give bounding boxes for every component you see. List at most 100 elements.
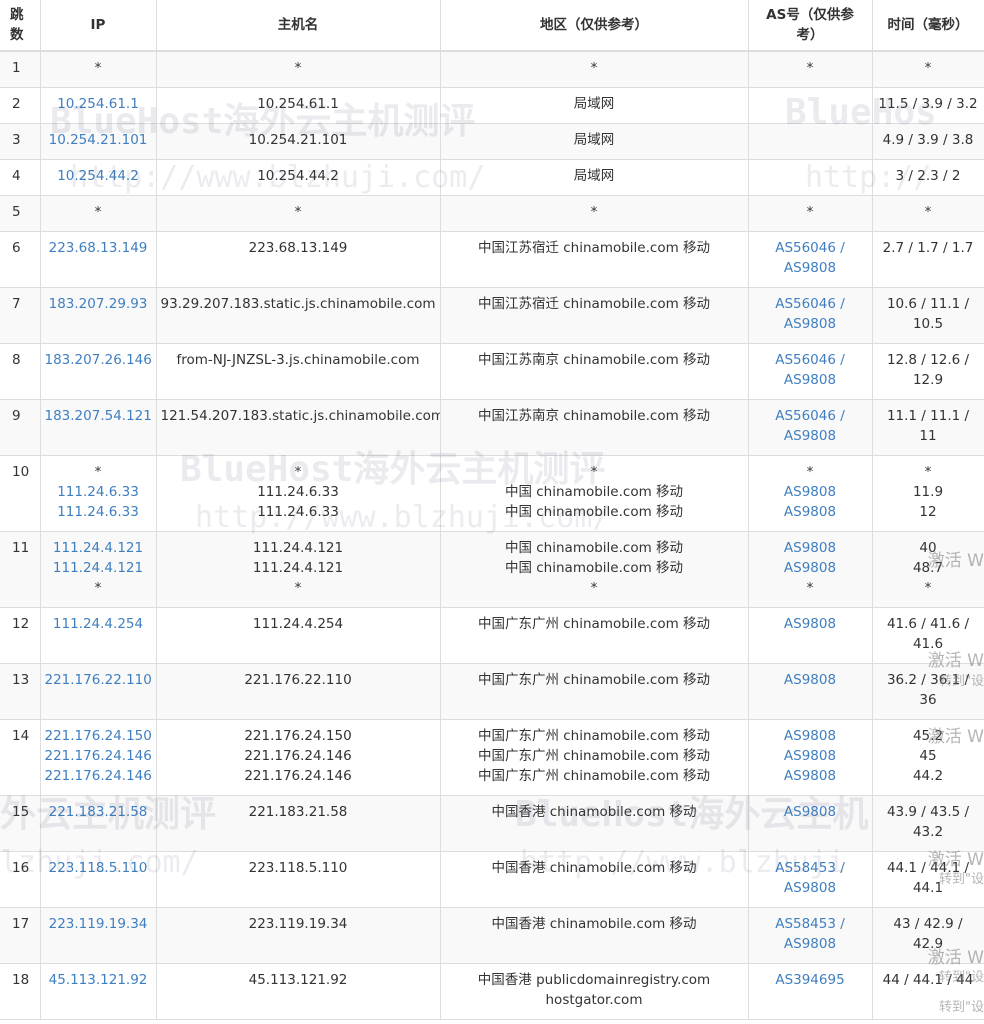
ip-link[interactable]: 223.68.13.149 [45, 238, 152, 258]
cell-text: * [294, 580, 302, 596]
as-link[interactable]: AS9808 [753, 934, 868, 954]
cell-ip: 221.176.24.150 221.176.24.146 221.176.24.1… [40, 719, 157, 796]
ip-link[interactable]: 111.24.6.33 [45, 502, 152, 522]
cell-hop: 15 [0, 795, 41, 852]
as-link[interactable]: AS9808 [753, 258, 868, 278]
cell-text: 中国 chinamobile.com 移动 [504, 560, 684, 576]
cell-text: * [94, 464, 102, 480]
cell-hop: 9 [0, 399, 41, 456]
cell-host: 111.24.4.254 [156, 607, 441, 664]
cell-time: 12.8 / 12.6 / 12.9 [872, 343, 984, 400]
as-link[interactable]: AS9808 [753, 558, 868, 578]
cell-text: 中国 chinamobile.com 移动 [504, 504, 684, 520]
table-row: 10 * 111.24.6.33 111.24.6.33 * 111.24.6.33 111… [0, 455, 984, 532]
as-link[interactable]: AS56046 / [753, 406, 868, 426]
cell-ip: * [40, 51, 157, 88]
cell-ip: * 111.24.6.33 111.24.6.33 [40, 455, 157, 532]
as-link[interactable]: AS56046 / [753, 350, 868, 370]
cell-host: 223.119.19.34 [156, 907, 441, 964]
as-link[interactable]: AS56046 / [753, 238, 868, 258]
as-link[interactable]: AS56046 / [753, 294, 868, 314]
as-link[interactable]: AS58453 / [753, 858, 868, 878]
ip-link[interactable]: 221.176.24.146 [45, 746, 152, 766]
cell-text: 12 [919, 504, 937, 520]
ip-link[interactable]: 183.207.29.93 [45, 294, 152, 314]
ip-link[interactable]: 221.176.22.110 [45, 670, 152, 690]
cell-text: 41.6 [912, 636, 944, 652]
ip-link[interactable]: 183.207.54.121 [45, 406, 152, 426]
ip-link[interactable]: 221.176.24.150 [45, 726, 152, 746]
table-row: 12 111.24.4.254 111.24.4.254 中国广东广州 chinamo… [0, 607, 984, 664]
cell-text [753, 130, 868, 150]
cell-hop: 10 [0, 455, 41, 532]
ip-link[interactable]: 111.24.4.121 [45, 558, 152, 578]
as-link[interactable]: AS9808 [753, 314, 868, 334]
table-body: 1 * * * * * 2 10.254.61.1 10.254.61.1 局域网 11.5 / 3… [0, 51, 984, 1020]
as-link[interactable]: AS9808 [753, 746, 868, 766]
as-link[interactable]: AS9808 [753, 614, 868, 634]
ip-link[interactable]: 183.207.26.146 [45, 350, 152, 370]
cell-time: 44.1 / 44.1 / 44.1 [872, 851, 984, 908]
cell-host: 223.118.5.110 [156, 851, 441, 908]
as-link[interactable]: AS9808 [753, 726, 868, 746]
cell-time: 43 / 42.9 / 42.9 [872, 907, 984, 964]
cell-text: 11.9 [912, 484, 944, 500]
ip-link[interactable]: 10.254.61.1 [45, 94, 152, 114]
cell-text: 223.118.5.110 [248, 860, 348, 876]
ip-link[interactable]: 223.118.5.110 [45, 858, 152, 878]
table-row: 17 223.119.19.34 223.119.19.34 中国香港 chinamo… [0, 907, 984, 964]
as-link[interactable]: AS9808 [753, 538, 868, 558]
cell-host: 221.176.22.110 [156, 663, 441, 720]
cell-text: 中国江苏南京 chinamobile.com 移动 [477, 352, 711, 368]
ip-link[interactable]: 221.183.21.58 [45, 802, 152, 822]
cell-region: 中国广东广州 chinamobile.com 移动 中国广东广州 chinamob… [440, 719, 749, 796]
cell-text: * [924, 580, 932, 596]
as-link[interactable]: AS9808 [753, 878, 868, 898]
cell-text: * [94, 204, 102, 220]
ip-link[interactable]: 111.24.4.254 [45, 614, 152, 634]
cell-text: 中国广东广州 chinamobile.com 移动 [477, 616, 711, 632]
ip-link[interactable]: 223.119.19.34 [45, 914, 152, 934]
as-link[interactable]: AS9808 [753, 766, 868, 786]
cell-as: AS56046 /AS9808 [748, 399, 873, 456]
as-link[interactable]: AS394695 [753, 970, 868, 990]
cell-text: 10.254.21.101 [248, 132, 348, 148]
cell-text: * [590, 580, 598, 596]
cell-text: hostgator.com [545, 992, 643, 1008]
cell-text: 48.7 [912, 560, 944, 576]
as-link[interactable]: AS9808 [753, 802, 868, 822]
cell-as: * [748, 195, 873, 232]
cell-as: AS9808 [748, 795, 873, 852]
cell-text: 221.176.24.146 [244, 768, 352, 784]
cell-time: 44 / 44.1 / 44 [872, 963, 984, 1020]
header-time: 时间（毫秒） [872, 0, 984, 52]
header-hop-line: 跳 [10, 7, 24, 23]
cell-text: 45 [919, 748, 937, 764]
ip-link[interactable]: 10.254.44.2 [45, 166, 152, 186]
as-link[interactable]: AS9808 [753, 426, 868, 446]
ip-link[interactable]: 221.176.24.146 [45, 766, 152, 786]
cell-text: 中国香港 chinamobile.com 移动 [491, 804, 697, 820]
cell-text: 中国江苏南京 chinamobile.com 移动 [477, 408, 711, 424]
cell-text: 12.9 [912, 372, 944, 388]
as-link[interactable]: AS9808 [753, 502, 868, 522]
ip-link[interactable]: 111.24.4.121 [45, 538, 152, 558]
cell-time: 40 48.7 * [872, 531, 984, 608]
as-link[interactable]: AS9808 [753, 482, 868, 502]
cell-text: * [806, 580, 814, 596]
cell-region: 局域网 [440, 87, 749, 124]
as-link[interactable]: AS58453 / [753, 914, 868, 934]
ip-link[interactable]: 45.113.121.92 [45, 970, 152, 990]
table-row: 16 223.118.5.110 223.118.5.110 中国香港 chinamo… [0, 851, 984, 908]
cell-hop: 2 [0, 87, 41, 124]
as-link[interactable]: AS9808 [753, 670, 868, 690]
cell-hop: 11 [0, 531, 41, 608]
cell-region: 中国香港 chinamobile.com 移动 [440, 795, 749, 852]
cell-text: 221.176.24.146 [244, 748, 352, 764]
cell-text: * [94, 580, 102, 596]
as-link[interactable]: AS9808 [753, 370, 868, 390]
ip-link[interactable]: 10.254.21.101 [45, 130, 152, 150]
cell-text: 10.254.61.1 [257, 96, 339, 112]
ip-link[interactable]: 111.24.6.33 [45, 482, 152, 502]
header-hop-line: 数 [10, 27, 24, 43]
